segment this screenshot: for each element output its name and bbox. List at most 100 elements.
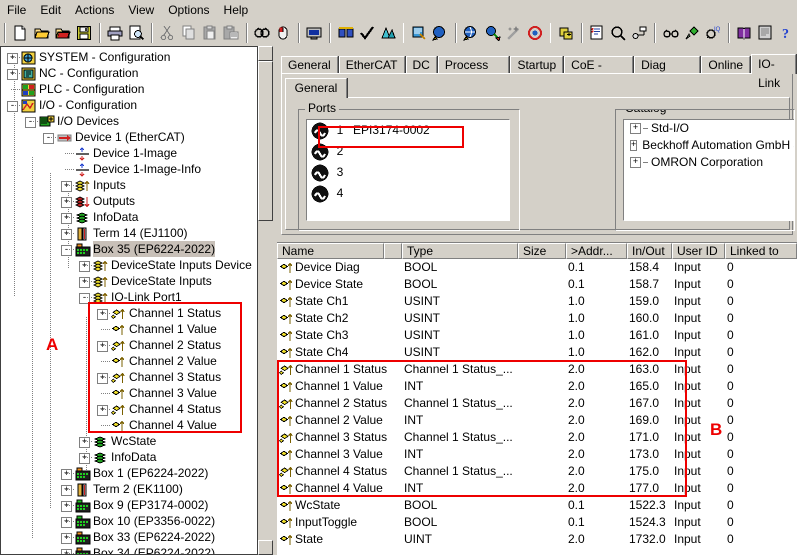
print-preview-icon[interactable] bbox=[126, 21, 147, 44]
menu-item-options[interactable]: Options bbox=[161, 1, 216, 19]
scroll-up-button[interactable] bbox=[258, 46, 273, 61]
add-box-icon[interactable] bbox=[555, 21, 576, 44]
tree-expand-icon[interactable]: + bbox=[97, 341, 108, 352]
tree-expand-icon[interactable]: + bbox=[7, 53, 18, 64]
blue-globe-icon[interactable] bbox=[461, 21, 482, 44]
tree-item[interactable]: + Box 9 (EP3174-0002) bbox=[1, 497, 257, 513]
table-row[interactable]: WcState BOOL 0.1 1522.3 Input 0 bbox=[277, 497, 797, 514]
configuration-tree[interactable]: + SYSTEM - Configuration + NC - Configurati… bbox=[1, 47, 257, 554]
glasses-icon[interactable] bbox=[660, 21, 681, 44]
tree-expand-icon[interactable]: + bbox=[630, 123, 641, 134]
grid-column-header[interactable]: User ID bbox=[672, 243, 725, 259]
tree-item[interactable]: + InfoData bbox=[1, 449, 257, 465]
tree-item[interactable]: + Term 14 (EJ1100) bbox=[1, 225, 257, 241]
scan-devices-icon[interactable] bbox=[377, 21, 398, 44]
tree-item[interactable]: + Outputs bbox=[1, 193, 257, 209]
grid-column-header[interactable]: In/Out bbox=[627, 243, 672, 259]
open-folder-red-icon[interactable] bbox=[52, 21, 73, 44]
tree-expand-icon[interactable]: + bbox=[97, 373, 108, 384]
tree-item[interactable]: - I/O Devices bbox=[1, 113, 257, 129]
tree-item[interactable]: - IO-Link Port1 bbox=[1, 289, 257, 305]
tree-item[interactable]: PLC - Configuration bbox=[1, 81, 257, 97]
tree-item[interactable]: + NC - Configuration bbox=[1, 65, 257, 81]
table-row[interactable]: Channel 3 Value INT 2.0 173.0 Input 0 bbox=[277, 446, 797, 463]
print-icon[interactable] bbox=[105, 21, 126, 44]
tree-expand-icon[interactable]: + bbox=[61, 197, 72, 208]
tree-item[interactable]: + Box 10 (EP3356-0022) bbox=[1, 513, 257, 529]
catalog-row[interactable]: + Std-I/O bbox=[624, 120, 794, 137]
tree-item[interactable]: - I/O - Configuration bbox=[1, 97, 257, 113]
menu-item-file[interactable]: File bbox=[0, 1, 33, 19]
catalog-row[interactable]: + Beckhoff Automation GmbH & Co bbox=[624, 137, 794, 154]
scroll-down-button[interactable] bbox=[258, 540, 273, 555]
tree-expand-icon[interactable]: + bbox=[7, 69, 18, 80]
table-row[interactable]: Channel 2 Status Channel 1 Status_... 2.0 1… bbox=[277, 395, 797, 412]
tree-expand-icon[interactable]: + bbox=[61, 517, 72, 528]
catalog-row[interactable]: + OMRON Corporation bbox=[624, 154, 794, 171]
tab-io-link[interactable]: IO-Link bbox=[751, 54, 796, 90]
sub-tab-strip[interactable]: General bbox=[285, 78, 348, 98]
tab-diag-history[interactable]: Diag History bbox=[634, 56, 701, 89]
zoom-icon[interactable] bbox=[608, 21, 629, 44]
subtab-general[interactable]: General bbox=[285, 78, 347, 98]
table-row[interactable]: Device Diag BOOL 0.1 158.4 Input 0 bbox=[277, 259, 797, 276]
table-row[interactable]: State Ch2 USINT 1.0 160.0 Input 0 bbox=[277, 310, 797, 327]
tab-process-data[interactable]: Process Data bbox=[437, 56, 510, 89]
tree-expand-icon[interactable]: + bbox=[79, 437, 90, 448]
process-data-grid[interactable]: Name Type Size >Addr... In/Out User ID Linked … bbox=[277, 239, 797, 555]
tree-item[interactable]: Device 1-Image bbox=[1, 145, 257, 161]
menu-item-view[interactable]: View bbox=[121, 1, 161, 19]
grid-header-row[interactable]: Name Type Size >Addr... In/Out User ID Linked … bbox=[277, 243, 797, 259]
table-row[interactable]: Channel 1 Status Channel 1 Status_... 2.0 1… bbox=[277, 361, 797, 378]
tree-item[interactable]: + Box 34 (EP6224-2022) bbox=[1, 545, 257, 554]
tree-item[interactable]: + Term 2 (EK1100) bbox=[1, 481, 257, 497]
tree-item[interactable]: Channel 3 Value bbox=[1, 385, 257, 401]
grid-column-header[interactable]: >Addr... bbox=[566, 243, 627, 259]
tree-item[interactable]: + Box 33 (EP6224-2022) bbox=[1, 529, 257, 545]
table-row[interactable]: InputToggle BOOL 0.1 1524.3 Input 0 bbox=[277, 514, 797, 531]
new-file-icon[interactable] bbox=[10, 21, 31, 44]
tree-item[interactable]: + DeviceState Inputs bbox=[1, 273, 257, 289]
link-icon[interactable] bbox=[629, 21, 650, 44]
tree-item[interactable]: Device 1-Image-Info bbox=[1, 161, 257, 177]
tree-expand-icon[interactable]: + bbox=[61, 549, 72, 554]
tree-expand-icon[interactable]: + bbox=[630, 157, 641, 168]
port-row[interactable]: 1 EPI3174-0002 bbox=[307, 120, 509, 141]
find-icon[interactable] bbox=[252, 21, 273, 44]
grid-column-header[interactable]: Linked to bbox=[725, 243, 797, 259]
tree-item[interactable]: + SYSTEM - Configuration bbox=[1, 49, 257, 65]
table-row[interactable]: Channel 4 Status Channel 1 Status_... 2.0 1… bbox=[277, 463, 797, 480]
document-icon[interactable] bbox=[755, 21, 776, 44]
table-row[interactable]: State Ch3 USINT 1.0 161.0 Input 0 bbox=[277, 327, 797, 344]
tree-collapse-icon[interactable]: - bbox=[25, 117, 36, 128]
activate-config-icon[interactable] bbox=[408, 21, 429, 44]
tree-item[interactable]: - Device 1 (EtherCAT) bbox=[1, 129, 257, 145]
tree-collapse-icon[interactable]: - bbox=[61, 245, 72, 256]
port-row[interactable]: 4 bbox=[307, 183, 509, 204]
check-icon[interactable] bbox=[356, 21, 377, 44]
tree-item[interactable]: + InfoData bbox=[1, 209, 257, 225]
tree-expand-icon[interactable]: + bbox=[61, 533, 72, 544]
menu-item-edit[interactable]: Edit bbox=[33, 1, 68, 19]
iq-icon[interactable]: IQ bbox=[702, 21, 723, 44]
tree-item[interactable]: + DeviceState Inputs Device bbox=[1, 257, 257, 273]
target-system-icon[interactable] bbox=[304, 21, 325, 44]
reload-devices-icon[interactable] bbox=[335, 21, 356, 44]
menu-item-help[interactable]: Help bbox=[217, 1, 256, 19]
main-tab-strip[interactable]: GeneralEtherCATDCProcess DataStartupCoE … bbox=[281, 54, 797, 90]
tree-item[interactable]: Channel 1 Value bbox=[1, 321, 257, 337]
tree-expand-icon[interactable]: + bbox=[61, 485, 72, 496]
tree-collapse-icon[interactable]: - bbox=[7, 101, 18, 112]
tree-expand-icon[interactable]: + bbox=[630, 140, 638, 151]
tree-item[interactable]: Channel 4 Value bbox=[1, 417, 257, 433]
scroll-thumb[interactable] bbox=[258, 61, 273, 221]
table-row[interactable]: State UINT 2.0 1732.0 Input 0 bbox=[277, 531, 797, 548]
tree-item[interactable]: Channel 2 Value bbox=[1, 353, 257, 369]
port-row[interactable]: 2 bbox=[307, 141, 509, 162]
tree-expand-icon[interactable]: + bbox=[97, 309, 108, 320]
menu-item-actions[interactable]: Actions bbox=[68, 1, 121, 19]
tree-collapse-icon[interactable]: - bbox=[79, 293, 90, 304]
save-icon[interactable] bbox=[74, 21, 95, 44]
grid-column-header[interactable]: Type bbox=[402, 243, 518, 259]
tree-expand-icon[interactable]: + bbox=[79, 277, 90, 288]
